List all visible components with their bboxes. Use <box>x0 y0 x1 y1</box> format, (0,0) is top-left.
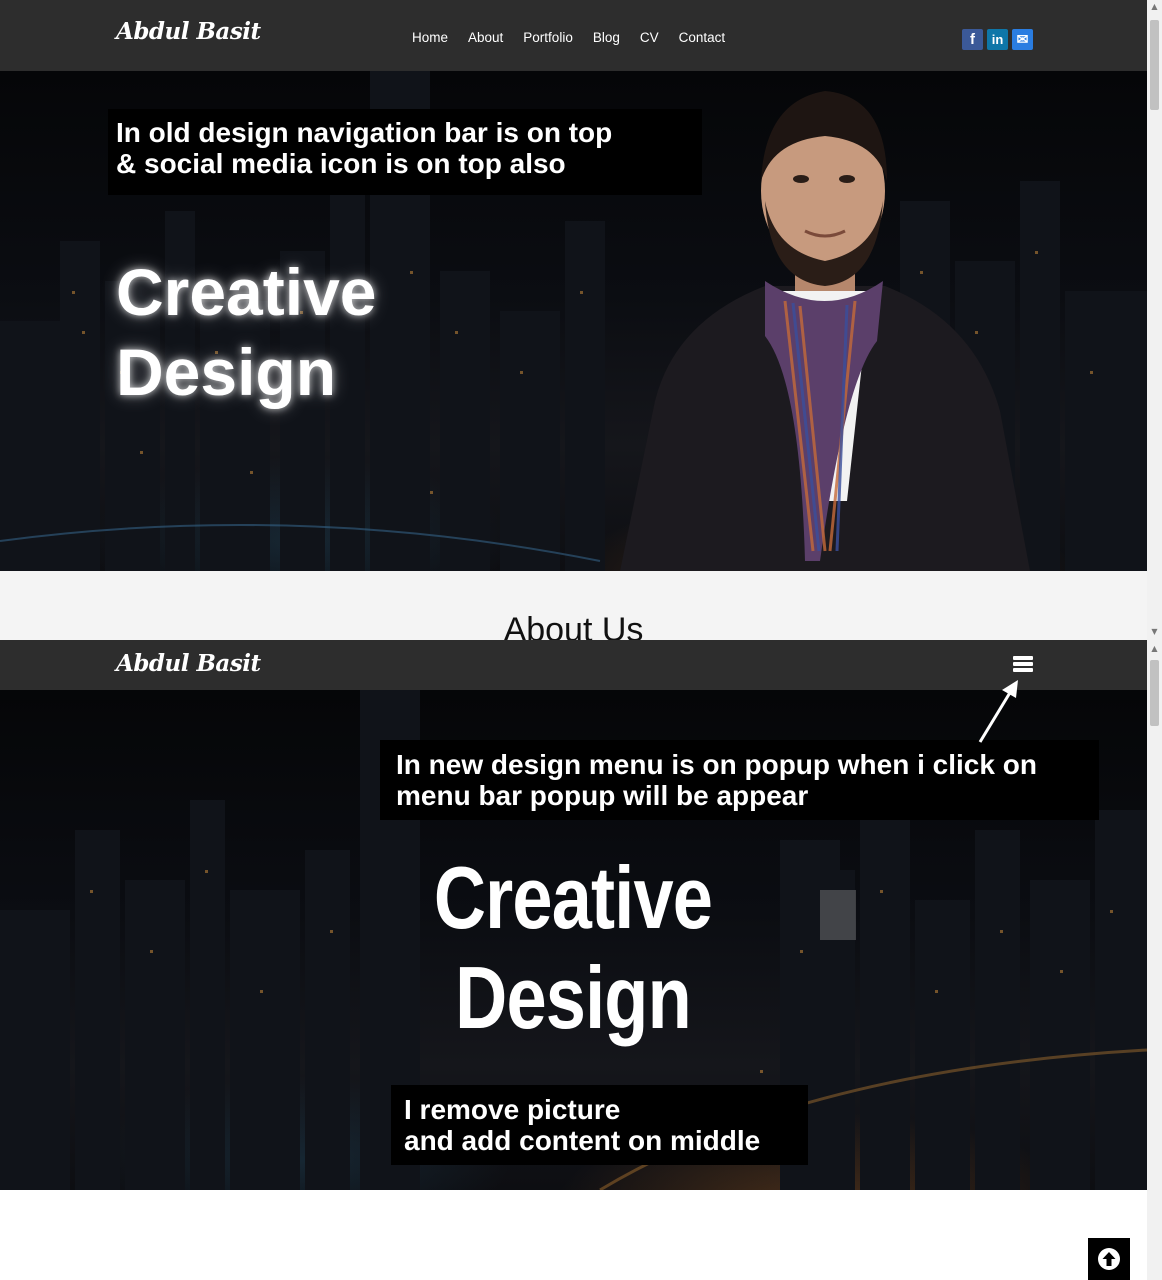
new-hero-heading: Creative Design <box>431 848 715 1048</box>
annotation-line: I remove picture <box>404 1094 621 1125</box>
linkedin-icon[interactable]: in <box>987 29 1008 50</box>
scroll-up-icon[interactable]: ▲ <box>1147 2 1162 11</box>
new-scrollbar[interactable]: ▲ <box>1147 640 1162 1280</box>
arrow-pointer-icon <box>978 680 1018 743</box>
old-hero-heading: Creative Design <box>116 252 377 412</box>
annotation-line: and add content on middle <box>404 1125 761 1156</box>
arrow-up-icon <box>1098 1248 1120 1270</box>
old-hero-background: In old design navigation bar is on top &… <box>0 71 1147 571</box>
nav-links: Home About Portfolio Blog CV Contact <box>412 30 745 45</box>
brand-logo[interactable]: Abdul Basit <box>116 650 261 677</box>
scroll-thumb[interactable] <box>1150 20 1159 110</box>
new-design-annotation-bottom: I remove picture and add content on midd… <box>391 1085 808 1165</box>
old-design-annotation: In old design navigation bar is on top &… <box>108 109 702 195</box>
nav-blog[interactable]: Blog <box>593 30 620 45</box>
scroll-up-icon[interactable]: ▲ <box>1147 644 1162 653</box>
facebook-icon[interactable]: f <box>962 29 983 50</box>
old-scrollbar[interactable]: ▲ ▼ <box>1147 0 1162 640</box>
scroll-thumb[interactable] <box>1150 660 1159 726</box>
about-heading: About Us <box>503 611 644 640</box>
hero-line-creative: Creative <box>116 255 377 329</box>
hamburger-menu-icon[interactable] <box>1013 656 1033 674</box>
scroll-down-icon[interactable]: ▼ <box>1147 627 1162 636</box>
about-section-peek: About Us <box>0 571 1147 640</box>
new-hero-background: In new design menu is on popup when i cl… <box>0 690 1147 1190</box>
hero-line-creative: Creative <box>433 848 713 947</box>
mail-icon[interactable]: ✉ <box>1012 29 1033 50</box>
nav-about[interactable]: About <box>468 30 503 45</box>
annotation-line: In new design menu is on popup when i cl… <box>396 749 1037 780</box>
annotation-line: In old design navigation bar is on top <box>116 117 613 148</box>
nav-portfolio[interactable]: Portfolio <box>523 30 573 45</box>
nav-contact[interactable]: Contact <box>679 30 726 45</box>
nav-home[interactable]: Home <box>412 30 448 45</box>
hero-line-design: Design <box>116 335 337 409</box>
brand-logo[interactable]: Abdul Basit <box>116 18 261 45</box>
annotation-line: menu bar popup will be appear <box>396 780 809 811</box>
annotation-line: & social media icon is on top also <box>116 148 566 179</box>
social-icons: f in ✉ <box>962 29 1033 50</box>
new-design-annotation-top: In new design menu is on popup when i cl… <box>380 740 1099 820</box>
back-to-top-button[interactable] <box>1088 1238 1130 1280</box>
nav-cv[interactable]: CV <box>640 30 659 45</box>
old-navbar: Abdul Basit Home About Portfolio Blog CV… <box>0 0 1147 71</box>
hero-line-design: Design <box>455 948 691 1047</box>
